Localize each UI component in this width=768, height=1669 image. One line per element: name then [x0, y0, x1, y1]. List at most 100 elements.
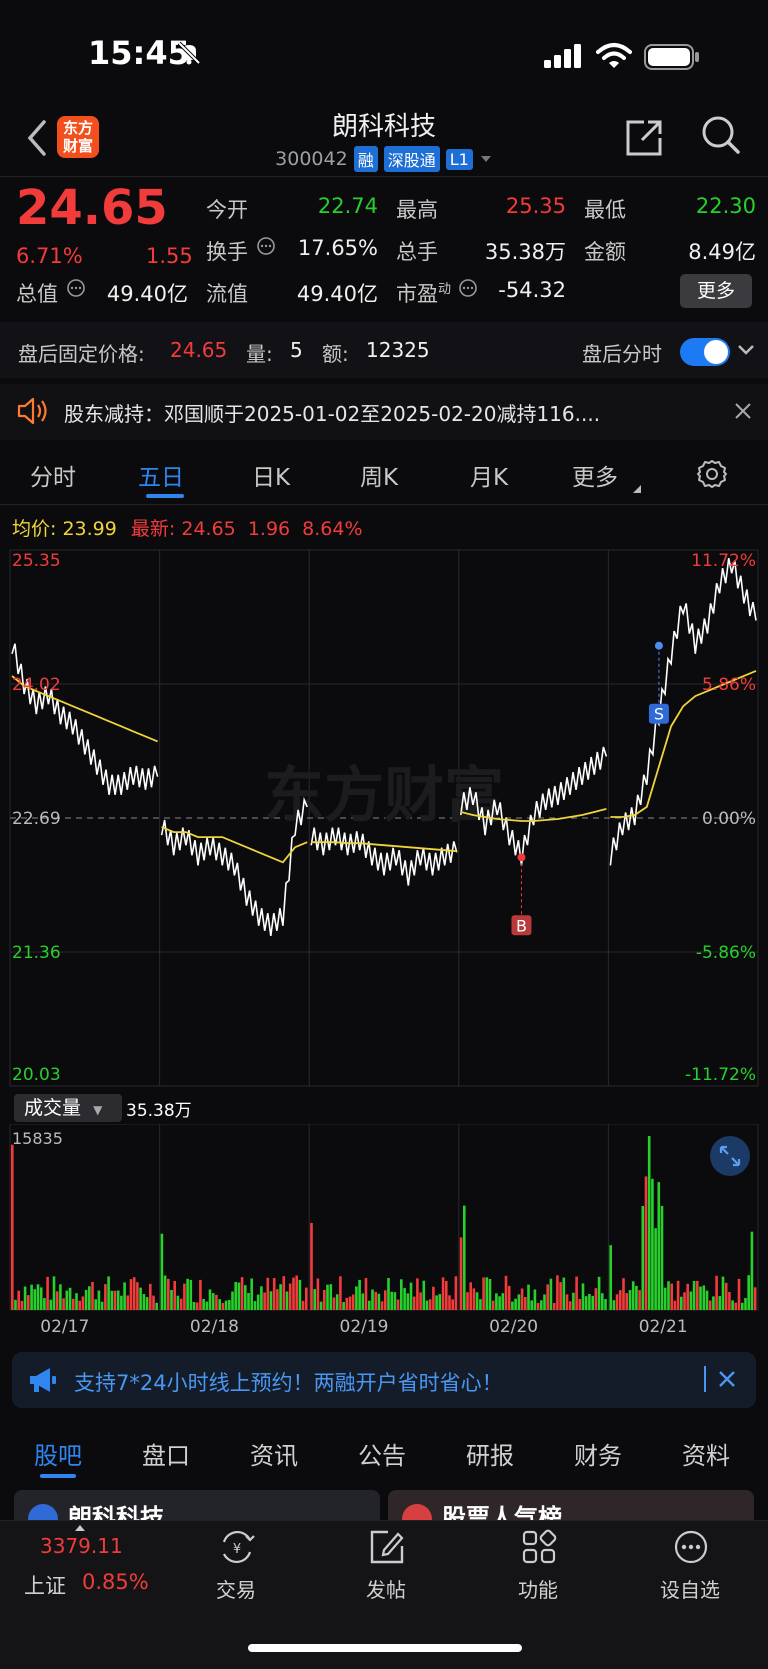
volume-bar [319, 1301, 323, 1310]
volume-bar [406, 1293, 410, 1310]
x-tick-label: 02/17 [40, 1317, 89, 1334]
volume-bar [622, 1278, 625, 1310]
tab-research[interactable]: 研报 [466, 1436, 514, 1471]
volume-bar [721, 1276, 725, 1310]
volume-bar [530, 1300, 533, 1310]
close-icon[interactable] [734, 402, 752, 420]
more-button[interactable]: 更多 [680, 274, 752, 308]
tab-announcements[interactable]: 公告 [358, 1436, 406, 1471]
volume-bar [520, 1288, 524, 1310]
tag-margin: 融 [353, 146, 378, 172]
tab-financials[interactable]: 财务 [574, 1436, 622, 1471]
volume-bar [625, 1293, 628, 1310]
volume-bar [631, 1281, 635, 1310]
nav-post[interactable]: 发帖 [336, 1528, 436, 1608]
volume-bar [272, 1278, 276, 1310]
status-time: 15:45 [88, 34, 190, 72]
index-percent[interactable]: 0.85% [82, 1570, 149, 1594]
tab-daily-k[interactable]: 日K [252, 458, 290, 492]
tab-guba[interactable]: 股吧 [34, 1436, 82, 1471]
volume-bar [186, 1278, 189, 1310]
nav-add-watchlist[interactable]: 设自选 [640, 1528, 740, 1608]
nav-label: 交易 [216, 1578, 256, 1602]
stock-code: 300042 [275, 148, 348, 170]
volume-bar [380, 1301, 384, 1310]
wifi-icon [596, 43, 632, 68]
turnover-value: 17.65% [297, 236, 378, 260]
nav-trade[interactable]: ¥ 交易 [186, 1528, 286, 1608]
volume-bar [435, 1295, 438, 1310]
volume-bar [604, 1299, 607, 1310]
volume-bar [511, 1301, 514, 1310]
tab-intraday[interactable]: 分时 [30, 458, 76, 492]
tab-news[interactable]: 资讯 [250, 1436, 298, 1471]
float-cap-label: 流值 [206, 282, 248, 306]
gear-icon[interactable] [696, 458, 728, 490]
volume-bar [65, 1290, 69, 1310]
volume-bar [183, 1283, 186, 1310]
volume-bar [285, 1291, 289, 1310]
volume-bar [609, 1245, 612, 1310]
info-icon[interactable] [458, 278, 478, 298]
chevron-down-icon[interactable] [736, 342, 756, 358]
volume-bar [323, 1290, 326, 1310]
volume-bar [568, 1301, 572, 1310]
after-hours-amt: 12325 [366, 338, 430, 362]
tab-order-book[interactable]: 盘口 [142, 1436, 190, 1471]
volume-bar [667, 1281, 670, 1310]
index-name[interactable]: 上证 [24, 1570, 66, 1600]
open-value: 22.74 [317, 194, 378, 218]
index-value[interactable]: 3379.11 [40, 1534, 123, 1558]
tab-monthly-k[interactable]: 月K [470, 458, 508, 492]
info-icon[interactable] [66, 278, 86, 298]
volume-bar [298, 1279, 302, 1310]
x-tick-label: 02/18 [190, 1317, 239, 1334]
nav-functions[interactable]: 功能 [488, 1528, 588, 1608]
volume-bar [316, 1278, 320, 1310]
volume-bar [546, 1284, 549, 1310]
tab-weekly-k[interactable]: 周K [360, 458, 398, 492]
volume-bar [295, 1275, 298, 1310]
volume-bar [155, 1302, 158, 1310]
y-tick-right: 5.86% [702, 675, 756, 695]
y-tick-left: 24.02 [12, 675, 61, 695]
latest-change: 1.96 [247, 518, 291, 540]
svg-text:¥: ¥ [233, 1542, 241, 1557]
y-tick-right: 0.00% [702, 809, 756, 829]
search-icon[interactable] [700, 114, 742, 156]
tab-more[interactable]: 更多 [572, 458, 618, 492]
volume-bar [744, 1298, 747, 1310]
volume-bar [329, 1284, 333, 1310]
nav-label: 设自选 [660, 1578, 720, 1602]
latest-percent: 8.64% [302, 518, 363, 540]
share-icon[interactable] [624, 116, 666, 158]
volume-bar [132, 1277, 136, 1310]
volume-bar [501, 1293, 505, 1310]
close-icon[interactable] [718, 1370, 736, 1388]
volume-bar [282, 1276, 286, 1310]
after-hours-qty-label: 量: [246, 342, 273, 366]
volume-bar [221, 1303, 225, 1310]
intraday-five-day-chart[interactable]: 东方财富 BS 25.3524.0222.6921.3620.0311.72%5… [0, 546, 768, 1090]
volume-bar [104, 1284, 107, 1310]
volume-bar [459, 1237, 463, 1310]
volume-bar [78, 1300, 81, 1310]
edit-icon [370, 1530, 404, 1564]
volume-bar [33, 1289, 37, 1310]
volume-bar [68, 1287, 72, 1310]
turnover-label: 换手 [206, 240, 248, 264]
tab-five-day[interactable]: 五日 [138, 458, 184, 492]
toggle-knob [704, 340, 728, 364]
y-tick-left: 20.03 [12, 1065, 61, 1085]
info-icon[interactable] [256, 236, 276, 256]
volume-chart[interactable]: 15835 02/17 02/18 02/19 02/20 02/21 [0, 1124, 768, 1334]
volume-bar [279, 1284, 282, 1310]
volume-bar [741, 1302, 744, 1310]
volume-bar [654, 1228, 657, 1310]
triangle-up-icon [75, 1525, 85, 1531]
tab-profile[interactable]: 资料 [682, 1436, 730, 1471]
tab-active-indicator [146, 494, 184, 498]
volume-bar [170, 1290, 173, 1310]
volume-indicator-select[interactable]: 成交量 ▼ [14, 1094, 122, 1122]
marker-dot [517, 853, 526, 862]
